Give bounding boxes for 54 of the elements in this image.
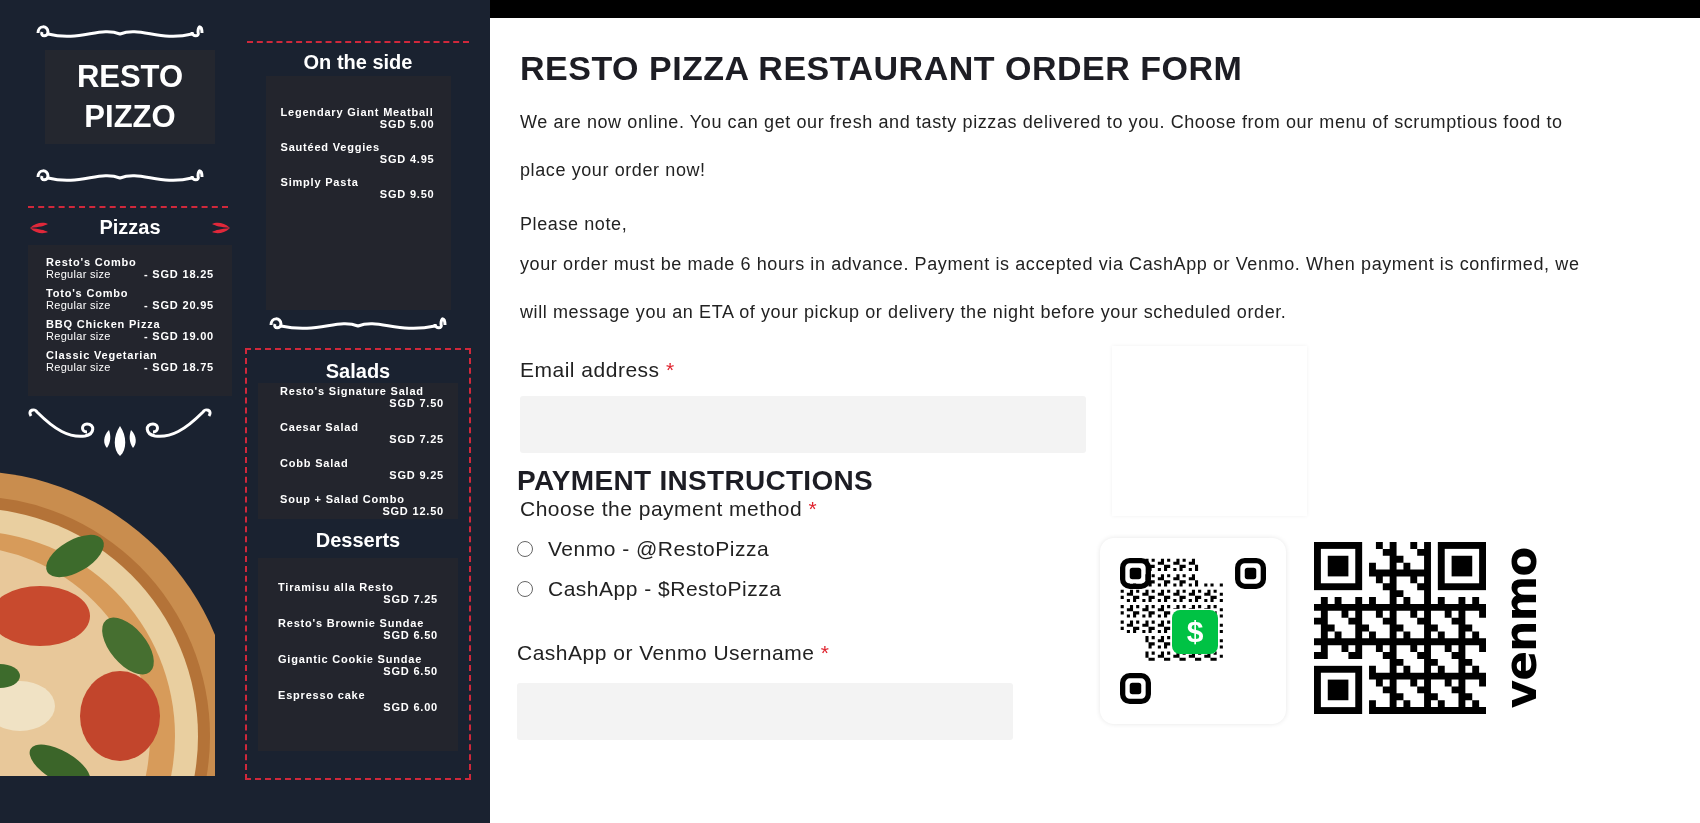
menu-item-price: - SGD 19.00 (144, 330, 214, 342)
menu-item-name: Resto's Combo (46, 256, 138, 268)
menu-item-name: Tiramisu alla Resto (278, 581, 395, 593)
menu-item-name: Espresso cake (278, 689, 367, 701)
menu-item-size: Regular size (46, 361, 111, 373)
menu-item-name: BBQ Chicken Pizza (46, 318, 162, 330)
menu-item-price: - SGD 18.25 (144, 268, 214, 280)
section-title: Salads (325, 360, 391, 383)
menu-item-price: SGD 6.50 (382, 665, 439, 677)
menu-item-name: Resto's Signature Salad (280, 385, 425, 397)
radio-label[interactable]: Venmo - @RestoPizza (548, 537, 770, 561)
radio-label[interactable]: CashApp - $RestoPizza (548, 577, 782, 601)
menu-item-price: SGD 7.50 (388, 397, 445, 409)
menu-item-name: Resto's Brownie Sundae (278, 617, 426, 629)
cashapp-logo: $ (1172, 610, 1218, 654)
menu-item-name: Classic Vegetarian (46, 349, 159, 361)
intro-paragraph: We are now online. You can get our fresh and tasty pizzas delivered to you. Choose from our menu of scrumptious food to place your order now! (520, 111, 1564, 182)
restaurant-logo: RESTO PIZZO (45, 50, 215, 144)
form-title: RESTO PIZZA RESTAURANT ORDER FORM (520, 48, 1244, 88)
menu-item-price: SGD 6.00 (382, 701, 439, 713)
menu-item-price: - SGD 18.75 (144, 361, 214, 373)
menu-item-price: SGD 7.25 (388, 433, 445, 445)
menu-item-price: SGD 9.50 (378, 188, 436, 200)
section-heading: PAYMENT INSTRUCTIONS (517, 465, 875, 497)
menu-item-price: SGD 12.50 (381, 505, 445, 517)
note-paragraph: your order must be made 6 hours in advance. Payment is accepted via CashApp or Venmo. When payment is confirmed, we will message you an ETA of your pickup or delivery the night before your scheduled order. (520, 253, 1580, 324)
required-mark: * (808, 497, 818, 520)
section-title: Desserts (315, 529, 401, 552)
section-title: On the side (303, 51, 413, 74)
menu-item-price: SGD 6.50 (382, 629, 439, 641)
menu-item-price: - SGD 20.95 (144, 299, 214, 311)
menu-item-size: Regular size (46, 330, 111, 342)
field-label: CashApp or Venmo Username (517, 641, 815, 664)
venmo-wordmark: venmo (1494, 547, 1546, 709)
field-label: Email address (520, 358, 660, 381)
menu-item-price: SGD 4.95 (378, 153, 436, 165)
required-mark: * (820, 641, 830, 664)
note-heading: Please note, (520, 213, 629, 236)
menu-item-name: Gigantic Cookie Sundae (278, 653, 424, 665)
menu-item-name: Simply Pasta (280, 176, 360, 188)
menu-item-name: Toto's Combo (46, 287, 130, 299)
menu-item-price: SGD 9.25 (388, 469, 445, 481)
field-label: Choose the payment method (520, 497, 803, 520)
menu-item-name: Legendary Giant Meatball (280, 106, 435, 118)
menu-item-name: Caesar Salad (280, 421, 360, 433)
menu-item-size: Regular size (46, 299, 111, 311)
menu-item-size: Regular size (46, 268, 111, 280)
menu-item-price: SGD 7.25 (382, 593, 439, 605)
menu-item-name: Sautéed Veggies (280, 141, 381, 153)
required-mark: * (665, 358, 675, 381)
menu-item-name: Soup + Salad Combo (280, 493, 406, 505)
menu-item-price: SGD 5.00 (378, 118, 436, 130)
section-title: Pizzas (99, 216, 161, 239)
menu-item-name: Cobb Salad (280, 457, 350, 469)
